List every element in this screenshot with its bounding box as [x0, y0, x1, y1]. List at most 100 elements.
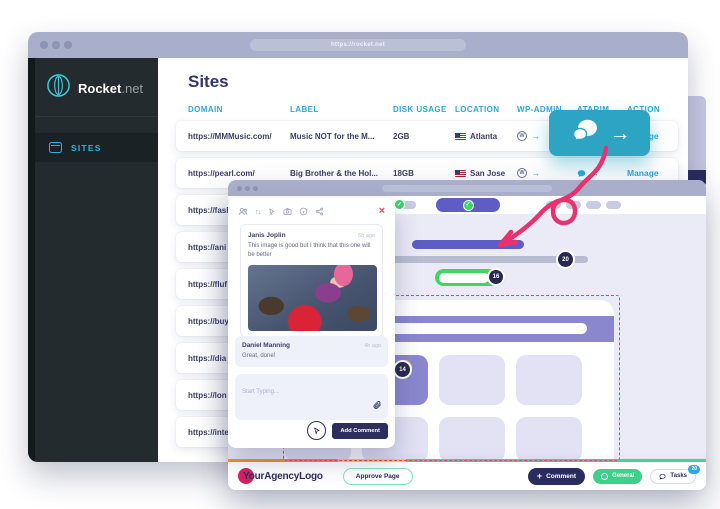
info-icon[interactable] — [299, 207, 308, 216]
clock-icon — [601, 473, 608, 480]
progress-segment-orange — [228, 459, 338, 462]
window-control-dot[interactable] — [52, 41, 60, 49]
plus-icon: + — [537, 472, 542, 481]
chat-bubble-icon — [659, 473, 666, 480]
wordpress-icon: W — [517, 168, 527, 178]
us-flag-icon — [455, 170, 466, 177]
nav-link-placeholder — [546, 201, 561, 209]
disk-cell: 18GB — [393, 169, 455, 178]
location-cell: San Jose — [455, 169, 517, 178]
location-cell: Atlanta — [455, 132, 517, 141]
window-controls — [237, 186, 258, 191]
stage: https://rocket.net Rocket.net SI — [0, 0, 720, 509]
task-pin-badge: 14 — [395, 362, 410, 377]
window-control-dot[interactable] — [40, 41, 48, 49]
agency-logo-text: YourAgencyLogo — [243, 471, 323, 482]
comment-popup: ↑↓ × Janis Joplin 6h ago This image is g… — [228, 198, 395, 448]
cta-placeholder — [439, 273, 489, 283]
atarim-callout-button[interactable]: → — [549, 110, 650, 156]
share-icon[interactable] — [315, 207, 324, 216]
atarim-toolbar: YourAgencyLogo Approve Page + Comment Ge… — [228, 462, 706, 490]
comment-timestamp: 6h ago — [358, 233, 375, 239]
users-icon[interactable] — [238, 207, 248, 216]
nav-cta-button: ✓ — [436, 198, 500, 212]
progress-segment-green — [406, 459, 706, 462]
tasks-button[interactable]: Tasks 20 — [650, 469, 696, 484]
add-comment-toolbar-button[interactable]: + Comment — [528, 468, 585, 485]
nav-link-placeholder — [566, 201, 581, 209]
nav-link-placeholder — [586, 201, 601, 209]
approve-page-button[interactable]: Approve Page — [343, 468, 413, 485]
grid-item-placeholder — [439, 417, 505, 462]
nav-links-right — [546, 201, 621, 209]
window-control-dot[interactable] — [237, 186, 242, 191]
tasks-count-badge: 20 — [687, 464, 701, 475]
grid-item-placeholder — [516, 355, 582, 405]
nav-link-placeholder — [606, 201, 621, 209]
col-label: LABEL — [290, 105, 393, 114]
browser-chrome: https://rocket.net — [28, 32, 688, 58]
cursor-tool-icon[interactable] — [268, 208, 276, 216]
resolved-check-badge[interactable]: ✓ — [394, 199, 405, 210]
atarim-cursor-button[interactable] — [307, 421, 326, 440]
arrow-right-icon: → — [610, 123, 631, 144]
col-disk: DISK USAGE — [393, 105, 455, 114]
close-icon[interactable]: × — [379, 206, 385, 217]
hero-heading-placeholder — [412, 240, 524, 249]
arrow-right-icon: → — [590, 168, 599, 178]
popup-toolbar: ↑↓ × — [228, 198, 395, 217]
comment-thread-item: Daniel Manning 4h ago Great, done! — [235, 336, 388, 367]
task-pin-badge[interactable]: 20 — [558, 252, 573, 267]
page-title: Sites — [188, 72, 688, 92]
hero-cta-highlighted[interactable]: 16 — [435, 269, 505, 286]
task-pin-with-cursor[interactable]: 14 — [395, 362, 411, 378]
general-button[interactable]: General — [593, 469, 642, 484]
address-bar[interactable]: https://rocket.net — [250, 39, 466, 51]
window-control-dot[interactable] — [253, 186, 258, 191]
comment-author: Daniel Manning — [242, 342, 290, 349]
label-cell: Big Brother & the Hol... — [290, 169, 393, 178]
comment-text: Great, done! — [242, 352, 381, 361]
address-bar[interactable] — [382, 185, 552, 192]
comment-input[interactable]: Start Typing... — [235, 374, 388, 420]
progress-segment-yellow — [338, 459, 406, 462]
col-domain: DOMAIN — [188, 105, 290, 114]
resolved-check-badge[interactable]: ✓ — [463, 200, 474, 211]
window-control-dot[interactable] — [245, 186, 250, 191]
task-pin-badge[interactable]: 16 — [489, 270, 503, 284]
popup-footer: Add Comment — [307, 421, 388, 440]
col-location: LOCATION — [455, 105, 517, 114]
domain-cell: https://pearl.com/ — [188, 169, 290, 178]
arrow-right-icon: → — [531, 168, 540, 178]
window-control-dot[interactable] — [64, 41, 72, 49]
label-cell: Music NOT for the M... — [290, 132, 393, 141]
rocket-logo-icon — [46, 73, 71, 103]
camera-icon[interactable] — [283, 207, 292, 216]
window-controls — [40, 41, 72, 49]
background-site-peek — [688, 96, 706, 188]
sort-arrows-icon[interactable]: ↑↓ — [255, 207, 261, 216]
page-progress-bar — [228, 459, 706, 462]
attachment-paperclip-icon[interactable] — [372, 397, 382, 415]
wordpress-icon: W — [517, 131, 527, 141]
sites-icon — [49, 142, 62, 153]
arrow-right-icon: → — [531, 131, 540, 141]
comment-timestamp: 4h ago — [364, 343, 381, 349]
chat-bubbles-icon — [569, 118, 599, 149]
rocket-sidebar: Rocket.net SITES — [28, 58, 158, 462]
grid-item-placeholder — [516, 417, 582, 462]
rocket-brand: Rocket.net — [28, 58, 158, 117]
wp-admin-link[interactable]: W→ — [517, 168, 577, 178]
comment-text: This image is good but I think that this… — [248, 242, 375, 260]
sidebar-item-sites[interactable]: SITES — [28, 133, 158, 162]
brand-name: Rocket.net — [78, 81, 143, 96]
browser-chrome — [228, 180, 706, 196]
agency-logo: YourAgencyLogo — [238, 468, 323, 484]
input-placeholder: Start Typing... — [242, 389, 279, 395]
comment-thread-item: Janis Joplin 6h ago This image is good b… — [240, 224, 383, 338]
atarim-link[interactable]: → — [577, 168, 627, 178]
manage-link[interactable]: Manage — [627, 168, 675, 178]
add-comment-button[interactable]: Add Comment — [332, 423, 388, 439]
comment-attachment-image[interactable] — [248, 265, 377, 331]
disk-cell: 2GB — [393, 132, 455, 141]
